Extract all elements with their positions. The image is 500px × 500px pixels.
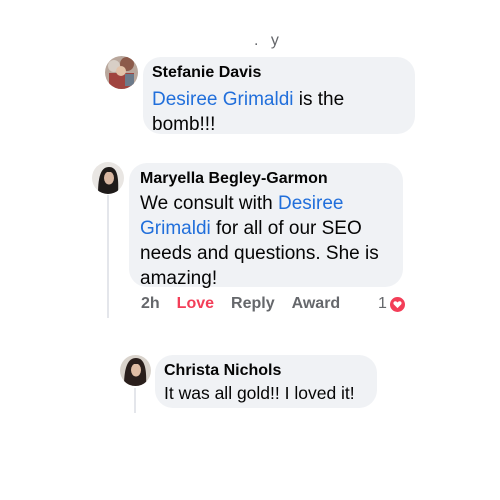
- comment-bubble: Maryella Begley-Garmon We consult with D…: [129, 163, 403, 289]
- comment-thread: . y Stefanie Davis Desiree Grimaldi is t…: [0, 0, 500, 500]
- avatar[interactable]: [120, 355, 151, 386]
- avatar[interactable]: [92, 162, 124, 194]
- mention-link[interactable]: Desiree Grimaldi: [152, 89, 293, 110]
- comment-text: We consult with Desiree Grimaldi for all…: [140, 193, 379, 289]
- love-reaction-button[interactable]: Love: [177, 295, 214, 313]
- reaction-count-number: 1: [378, 295, 387, 312]
- comment-author[interactable]: Maryella Begley-Garmon: [140, 169, 393, 189]
- reaction-count[interactable]: 1: [378, 294, 405, 314]
- comment-author[interactable]: Christa Nichols: [164, 361, 367, 381]
- comment-text: It was all gold!! I loved it!: [164, 383, 355, 403]
- reply-thread-line: [134, 388, 136, 413]
- comment-text: Desiree Grimaldi is the bomb!!!: [152, 89, 345, 135]
- comment-actions: 2h Love Reply Award: [141, 294, 357, 314]
- comment-bubble: Christa Nichols It was all gold!! I love…: [155, 355, 377, 408]
- avatar[interactable]: [105, 56, 138, 89]
- reply-thread-line: [107, 195, 109, 318]
- award-button[interactable]: Award: [292, 295, 341, 313]
- comment-timestamp[interactable]: 2h: [141, 295, 160, 313]
- comment-bubble: Stefanie Davis Desiree Grimaldi is the b…: [143, 57, 415, 135]
- comment-author[interactable]: Stefanie Davis: [152, 63, 405, 83]
- reply-button[interactable]: Reply: [231, 295, 275, 313]
- heart-icon: [389, 296, 405, 312]
- truncated-text: . y: [254, 32, 283, 49]
